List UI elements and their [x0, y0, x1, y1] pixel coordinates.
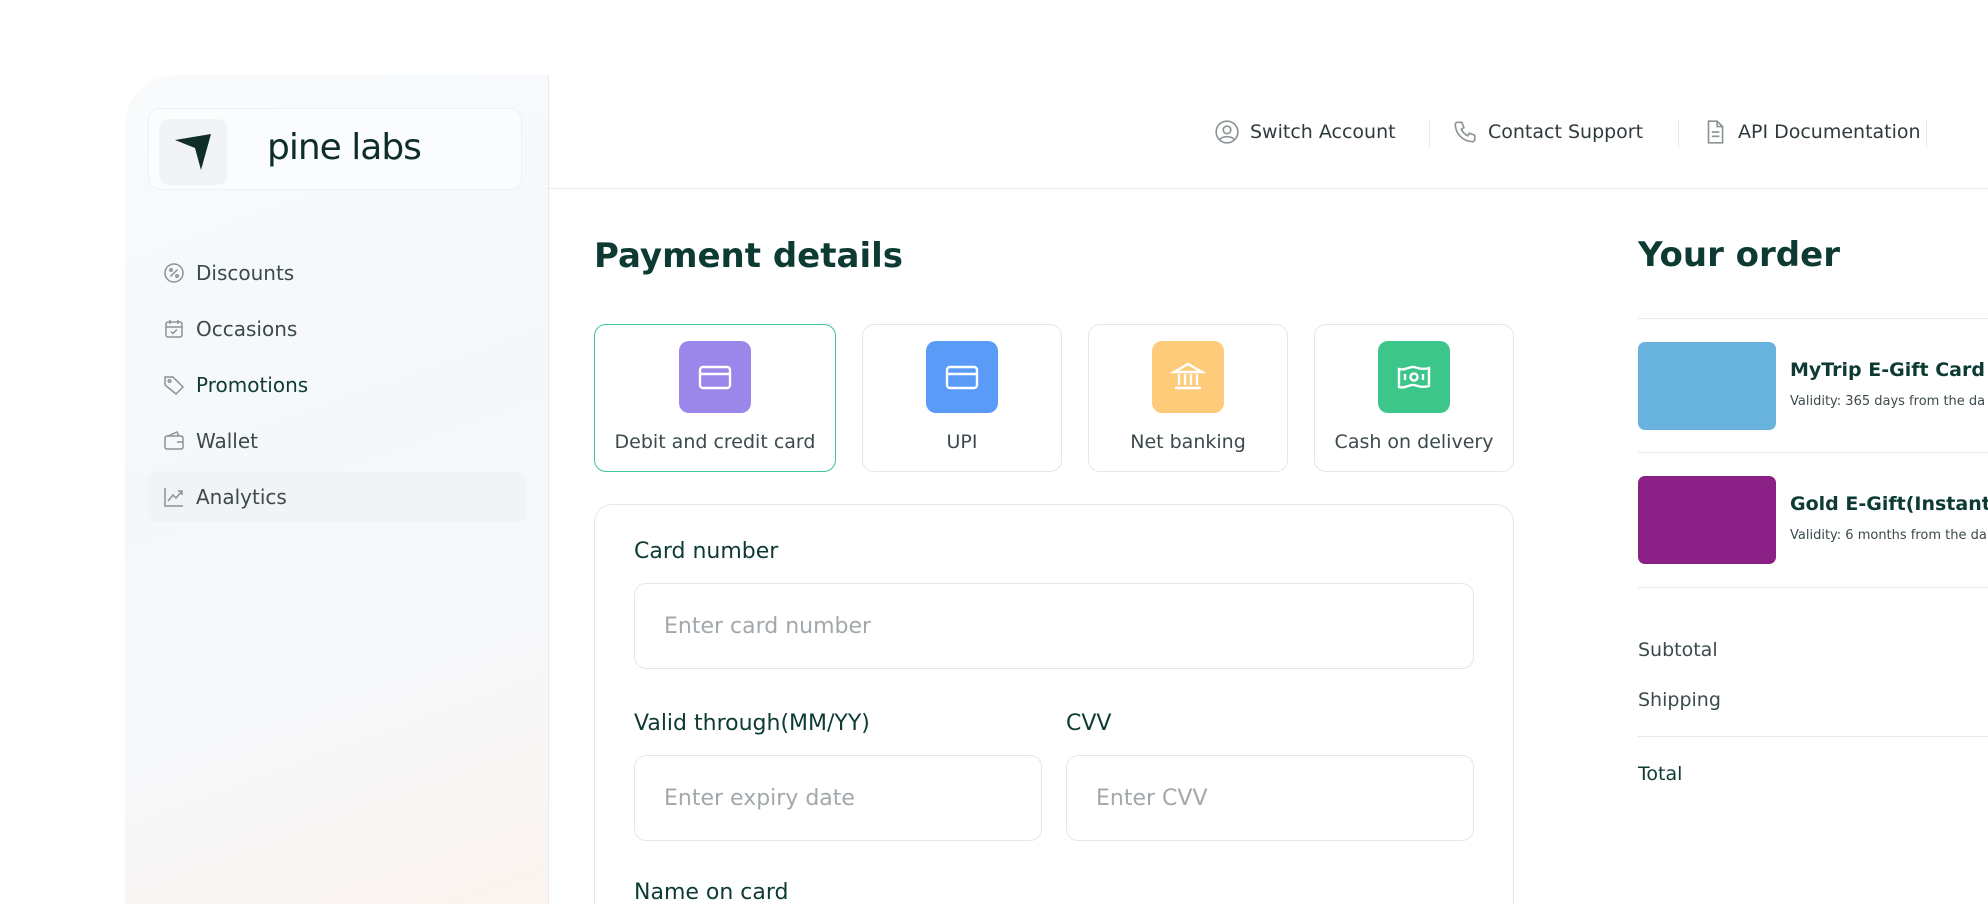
order-item-thumbnail	[1638, 342, 1776, 430]
topbar-divider	[1429, 119, 1430, 147]
your-order-title: Your order	[1638, 235, 1840, 275]
payment-method-label: UPI	[946, 431, 978, 453]
payment-method-label: Debit and credit card	[614, 431, 816, 453]
cvv-input[interactable]	[1066, 755, 1474, 841]
api-documentation-button[interactable]: API Documentation	[1702, 117, 1921, 147]
sidebar-item-label: Analytics	[196, 485, 287, 509]
credit-card-icon	[926, 341, 998, 413]
pine-labs-logo-icon	[159, 119, 227, 185]
card-number-label: Card number	[634, 539, 779, 564]
sidebar: pine labs Discounts Occasions Promotions…	[125, 75, 549, 904]
logo-card[interactable]: pine labs	[148, 108, 522, 190]
top-bar: Switch Account Contact Support API Docum…	[549, 75, 1988, 189]
user-circle-icon	[1215, 120, 1239, 144]
payment-method-net-banking[interactable]: Net banking	[1088, 324, 1288, 472]
sidebar-item-discounts[interactable]: Discounts	[148, 248, 526, 298]
payment-method-label: Net banking	[1130, 431, 1246, 453]
order-divider	[1638, 736, 1988, 737]
card-form: Card number Valid through(MM/YY) CVV Nam…	[594, 504, 1514, 904]
wallet-icon	[164, 431, 184, 450]
brand-name: pine labs	[267, 127, 422, 168]
shipping-label: Shipping	[1638, 689, 1721, 711]
order-item-name: MyTrip E-Gift Card	[1790, 359, 1985, 381]
subtotal-label: Subtotal	[1638, 639, 1718, 661]
sidebar-item-wallet[interactable]: Wallet	[148, 416, 526, 466]
payment-method-upi[interactable]: UPI	[862, 324, 1062, 472]
order-item-validity: Validity: 6 months from the da	[1790, 528, 1987, 543]
discount-icon	[164, 263, 184, 283]
card-number-input[interactable]	[634, 583, 1474, 669]
name-on-card-label: Name on card	[634, 880, 789, 904]
bank-icon	[1152, 341, 1224, 413]
sidebar-item-occasions[interactable]: Occasions	[148, 304, 526, 354]
sidebar-item-promotions[interactable]: Promotions	[148, 360, 526, 410]
sidebar-nav: Discounts Occasions Promotions Wallet An…	[148, 248, 526, 528]
topbar-divider	[1678, 119, 1679, 147]
expiry-label: Valid through(MM/YY)	[634, 711, 870, 736]
expiry-date-input[interactable]	[634, 755, 1042, 841]
cash-icon	[1378, 341, 1450, 413]
total-label: Total	[1638, 763, 1683, 785]
sidebar-item-label: Wallet	[196, 429, 259, 453]
switch-account-label: Switch Account	[1250, 121, 1396, 143]
order-item-validity: Validity: 365 days from the da	[1790, 394, 1986, 409]
sidebar-item-label: Occasions	[196, 317, 298, 341]
credit-card-icon	[679, 341, 751, 413]
order-divider	[1638, 452, 1988, 453]
sidebar-item-label: Promotions	[196, 373, 309, 397]
order-divider	[1638, 318, 1988, 319]
payment-method-card[interactable]: Debit and credit card	[594, 324, 836, 472]
tag-icon	[164, 376, 185, 396]
calendar-icon	[165, 320, 183, 338]
topbar-divider	[1926, 119, 1927, 147]
contact-support-label: Contact Support	[1488, 121, 1644, 143]
payment-details-title: Payment details	[594, 236, 903, 276]
cvv-label: CVV	[1066, 711, 1112, 736]
sidebar-item-analytics[interactable]: Analytics	[148, 472, 526, 522]
payment-method-label: Cash on delivery	[1334, 431, 1494, 453]
api-documentation-label: API Documentation	[1738, 121, 1921, 143]
document-icon	[1707, 120, 1724, 144]
order-divider	[1638, 587, 1988, 588]
phone-icon	[1454, 121, 1476, 143]
order-item-name: Gold E-Gift(Instant V	[1790, 493, 1988, 515]
payment-method-cash-on-delivery[interactable]: Cash on delivery	[1314, 324, 1514, 472]
switch-account-button[interactable]: Switch Account	[1214, 117, 1396, 147]
contact-support-button[interactable]: Contact Support	[1452, 117, 1643, 147]
analytics-icon	[164, 488, 183, 507]
order-item-thumbnail	[1638, 476, 1776, 564]
sidebar-item-label: Discounts	[196, 261, 295, 285]
